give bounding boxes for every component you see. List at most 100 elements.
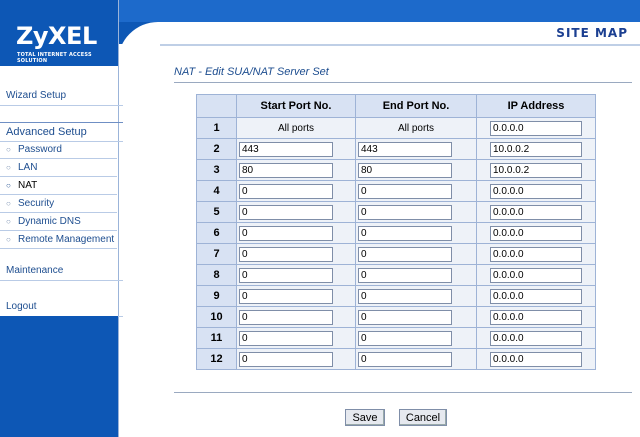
start-port-input[interactable] bbox=[239, 183, 333, 199]
end-port-input[interactable] bbox=[358, 309, 452, 325]
header-divider bbox=[160, 44, 640, 46]
sidebar-item-label: LAN bbox=[18, 162, 38, 173]
nav-maintenance[interactable]: Maintenance bbox=[0, 262, 123, 281]
ip-address-input[interactable] bbox=[490, 246, 582, 262]
column-header-index bbox=[196, 94, 237, 118]
nav-logout[interactable]: Logout bbox=[0, 298, 123, 317]
sidebar-item-dynamic-dns[interactable]: ○ Dynamic DNS bbox=[0, 213, 117, 231]
end-port-input[interactable] bbox=[358, 204, 452, 220]
bullet-icon: ○ bbox=[6, 199, 11, 208]
sidebar-item-remote-management[interactable]: ○ Remote Management bbox=[0, 231, 117, 249]
sidebar-item-nat[interactable]: ○ NAT bbox=[0, 177, 117, 195]
end-port-cell bbox=[355, 159, 477, 181]
row-number: 12 bbox=[196, 348, 237, 370]
end-port-input[interactable] bbox=[358, 246, 452, 262]
end-port-input[interactable] bbox=[358, 267, 452, 283]
row-number: 2 bbox=[196, 138, 237, 160]
row-number: 10 bbox=[196, 306, 237, 328]
table-row: 11 bbox=[196, 327, 596, 349]
zyxel-logo: ZyXEL TOTAL INTERNET ACCESS SOLUTION bbox=[0, 0, 118, 66]
header-stripe bbox=[118, 0, 640, 22]
start-port-cell bbox=[236, 180, 356, 202]
ip-address-input[interactable] bbox=[490, 330, 582, 346]
start-port-input[interactable] bbox=[239, 267, 333, 283]
nav-advanced-setup[interactable]: Advanced Setup bbox=[0, 122, 123, 142]
end-port-input[interactable] bbox=[358, 141, 452, 157]
row-number: 8 bbox=[196, 264, 237, 286]
sidebar-item-label: NAT bbox=[18, 180, 38, 191]
ip-address-input[interactable] bbox=[490, 309, 582, 325]
end-port-input[interactable] bbox=[358, 183, 452, 199]
table-row: 3 bbox=[196, 159, 596, 181]
cancel-button[interactable]: Cancel bbox=[399, 409, 447, 426]
sidebar-item-label: Password bbox=[18, 144, 62, 155]
start-port-input[interactable] bbox=[239, 309, 333, 325]
logo-brand: ZyXEL bbox=[16, 22, 97, 50]
sidebar-item-lan[interactable]: ○ LAN bbox=[0, 159, 117, 177]
start-port-cell: All ports bbox=[236, 117, 356, 139]
ip-address-input[interactable] bbox=[490, 288, 582, 304]
start-port-input[interactable] bbox=[239, 141, 333, 157]
site-map-link[interactable]: SITE MAP bbox=[556, 26, 628, 40]
ip-address-input[interactable] bbox=[490, 183, 582, 199]
ip-address-input[interactable] bbox=[490, 204, 582, 220]
start-port-static: All ports bbox=[277, 123, 315, 134]
ip-address-cell bbox=[476, 348, 596, 370]
table-row: 9 bbox=[196, 285, 596, 307]
sidebar-item-security[interactable]: ○ Security bbox=[0, 195, 117, 213]
start-port-cell bbox=[236, 264, 356, 286]
end-port-cell bbox=[355, 327, 477, 349]
start-port-cell bbox=[236, 327, 356, 349]
end-port-input[interactable] bbox=[358, 162, 452, 178]
row-number: 4 bbox=[196, 180, 237, 202]
row-number: 5 bbox=[196, 201, 237, 223]
ip-address-input[interactable] bbox=[490, 120, 582, 136]
ip-address-cell bbox=[476, 327, 596, 349]
page-title: NAT - Edit SUA/NAT Server Set bbox=[174, 66, 329, 78]
end-port-cell bbox=[355, 180, 477, 202]
ip-address-cell bbox=[476, 117, 596, 139]
start-port-input[interactable] bbox=[239, 351, 333, 367]
sidebar-item-label: Security bbox=[18, 198, 55, 209]
bullet-icon: ○ bbox=[6, 163, 11, 172]
bullet-icon: ○ bbox=[6, 217, 11, 226]
table-row: 7 bbox=[196, 243, 596, 265]
ip-address-input[interactable] bbox=[490, 225, 582, 241]
end-port-cell bbox=[355, 348, 477, 370]
ip-address-input[interactable] bbox=[490, 162, 582, 178]
start-port-input[interactable] bbox=[239, 330, 333, 346]
start-port-input[interactable] bbox=[239, 246, 333, 262]
start-port-input[interactable] bbox=[239, 225, 333, 241]
table-row: 12 bbox=[196, 348, 596, 370]
end-port-cell: All ports bbox=[355, 117, 477, 139]
end-port-cell bbox=[355, 306, 477, 328]
bullet-icon: ○ bbox=[6, 181, 11, 190]
ip-address-input[interactable] bbox=[490, 267, 582, 283]
save-button[interactable]: Save bbox=[345, 409, 385, 426]
start-port-input[interactable] bbox=[239, 162, 333, 178]
end-port-input[interactable] bbox=[358, 225, 452, 241]
column-header-start-port: Start Port No. bbox=[236, 94, 356, 118]
start-port-cell bbox=[236, 159, 356, 181]
start-port-input[interactable] bbox=[239, 204, 333, 220]
ip-address-cell bbox=[476, 180, 596, 202]
end-port-input[interactable] bbox=[358, 351, 452, 367]
end-port-cell bbox=[355, 222, 477, 244]
ip-address-cell bbox=[476, 138, 596, 160]
start-port-input[interactable] bbox=[239, 288, 333, 304]
end-port-cell bbox=[355, 285, 477, 307]
sidebar-item-password[interactable]: ○ Password bbox=[0, 141, 117, 159]
ip-address-input[interactable] bbox=[490, 351, 582, 367]
end-port-cell bbox=[355, 138, 477, 160]
table-row: 4 bbox=[196, 180, 596, 202]
ip-address-cell bbox=[476, 159, 596, 181]
ip-address-cell bbox=[476, 264, 596, 286]
nav-wizard-setup[interactable]: Wizard Setup bbox=[0, 87, 123, 106]
end-port-input[interactable] bbox=[358, 288, 452, 304]
end-port-cell bbox=[355, 243, 477, 265]
ip-address-input[interactable] bbox=[490, 141, 582, 157]
table-row: 8 bbox=[196, 264, 596, 286]
end-port-input[interactable] bbox=[358, 330, 452, 346]
ip-address-cell bbox=[476, 306, 596, 328]
table-row: 1 All ports All ports bbox=[196, 117, 596, 139]
